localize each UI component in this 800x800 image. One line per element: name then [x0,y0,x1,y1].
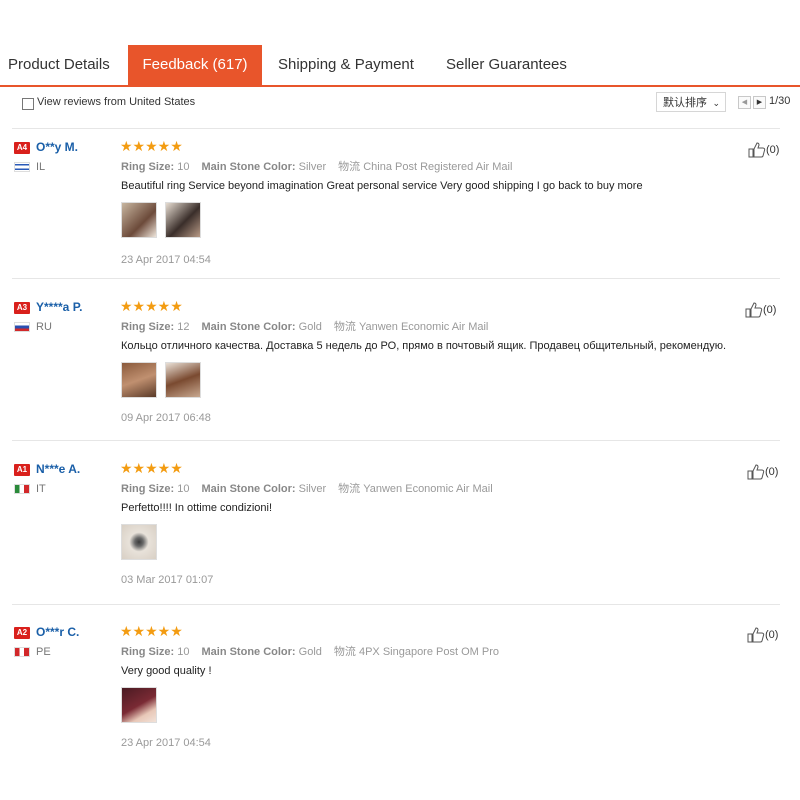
review-text: Beautiful ring Service beyond imaginatio… [121,180,643,192]
flag-it-icon [14,484,30,494]
review-date: 23 Apr 2017 04:54 [121,254,211,266]
filter-bar: View reviews from United States 默认排序 ⌄ ◀… [0,90,800,116]
order-attributes: Ring Size: 10 Main Stone Color: Gold 物流 4P… [121,646,499,658]
buyer-level-badge: A4 [14,142,30,154]
rating-stars: ★★★★★ [120,460,183,476]
review-text: Very good quality ! [121,665,212,677]
reviewer-name: O**y M. [36,140,79,154]
review-item: A3 Y****a P. RU ★★★★★ Ring Size: 12 Main … [12,298,780,430]
review-text: Кольцо отличного качества. Доставка 5 не… [121,340,727,352]
review-date: 23 Apr 2017 04:54 [121,737,211,749]
like-button[interactable]: (0) [747,627,778,643]
like-count: (0) [763,303,777,316]
tab-bar: Product Details Feedback (617) Shipping … [0,45,800,87]
review-images [121,202,205,238]
tab-seller-guarantees[interactable]: Seller Guarantees [446,45,567,85]
order-attributes: Ring Size: 10 Main Stone Color: Silver 物流 … [121,161,513,173]
chevron-left-icon: ◀ [741,99,748,106]
review-item: A1 N***e A. IT ★★★★★ Ring Size: 10 Main S… [12,460,780,592]
tab-feedback[interactable]: Feedback (617) [128,45,262,85]
review-photo[interactable] [121,687,157,723]
review-date: 03 Mar 2017 01:07 [121,574,214,586]
next-page-button[interactable]: ▶ [753,96,766,109]
thumbs-up-icon [745,302,763,318]
divider [12,604,780,605]
reviewer-name: Y****a P. [36,300,83,314]
review-item: A4 O**y M. IL ★★★★★ Ring Size: 10 Main St… [12,138,780,270]
reviewer-country: IL [36,161,46,173]
us-reviews-checkbox[interactable] [22,98,34,110]
order-attributes: Ring Size: 10 Main Stone Color: Silver 物流 … [121,483,493,495]
reviewer-country: IT [36,483,46,495]
review-text: Perfetto!!!! In ottime condizioni! [121,502,273,514]
sort-select[interactable]: 默认排序 ⌄ [656,92,726,112]
divider [12,128,780,129]
review-photo[interactable] [165,202,202,238]
flag-pe-icon [14,647,30,657]
rating-stars: ★★★★★ [120,623,183,639]
reviewer-name: O***r C. [36,625,80,639]
thumbs-up-icon [748,142,766,158]
review-photo[interactable] [121,202,157,238]
thumbs-up-icon [747,464,765,480]
like-count: (0) [766,143,780,156]
review-photo[interactable] [121,524,157,560]
review-item: A2 O***r C. PE ★★★★★ Ring Size: 10 Main S… [12,623,780,755]
chevron-down-icon: ⌄ [712,98,720,108]
tab-product-details[interactable]: Product Details [8,45,110,85]
review-images [121,362,205,398]
sort-selected-label: 默认排序 [663,97,707,109]
rating-stars: ★★★★★ [120,138,183,154]
order-attributes: Ring Size: 12 Main Stone Color: Gold 物流 Ya… [121,321,489,333]
like-button[interactable]: (0) [745,302,776,318]
buyer-level-badge: A2 [14,627,30,639]
tab-shipping-payment[interactable]: Shipping & Payment [278,45,414,85]
like-button[interactable]: (0) [747,464,778,480]
reviewer-country: PE [36,646,51,658]
chevron-right-icon: ▶ [756,99,763,106]
like-count: (0) [765,628,779,641]
thumbs-up-icon [747,627,765,643]
flag-il-icon [14,162,30,172]
divider [12,440,780,441]
review-photo[interactable] [121,362,157,398]
page-indicator: 1/30 [769,95,791,107]
reviewer-name: N***e A. [36,462,81,476]
reviewer-country: RU [36,321,52,333]
buyer-level-badge: A1 [14,464,30,476]
review-date: 09 Apr 2017 06:48 [121,412,211,424]
prev-page-button[interactable]: ◀ [738,96,751,109]
review-images [121,687,161,723]
rating-stars: ★★★★★ [120,298,183,314]
us-reviews-label[interactable]: View reviews from United States [37,96,195,108]
divider [12,278,780,279]
like-button[interactable]: (0) [748,142,779,158]
flag-ru-icon [14,322,30,332]
review-images [121,524,161,560]
review-photo[interactable] [165,362,202,398]
like-count: (0) [765,465,779,478]
buyer-level-badge: A3 [14,302,30,314]
